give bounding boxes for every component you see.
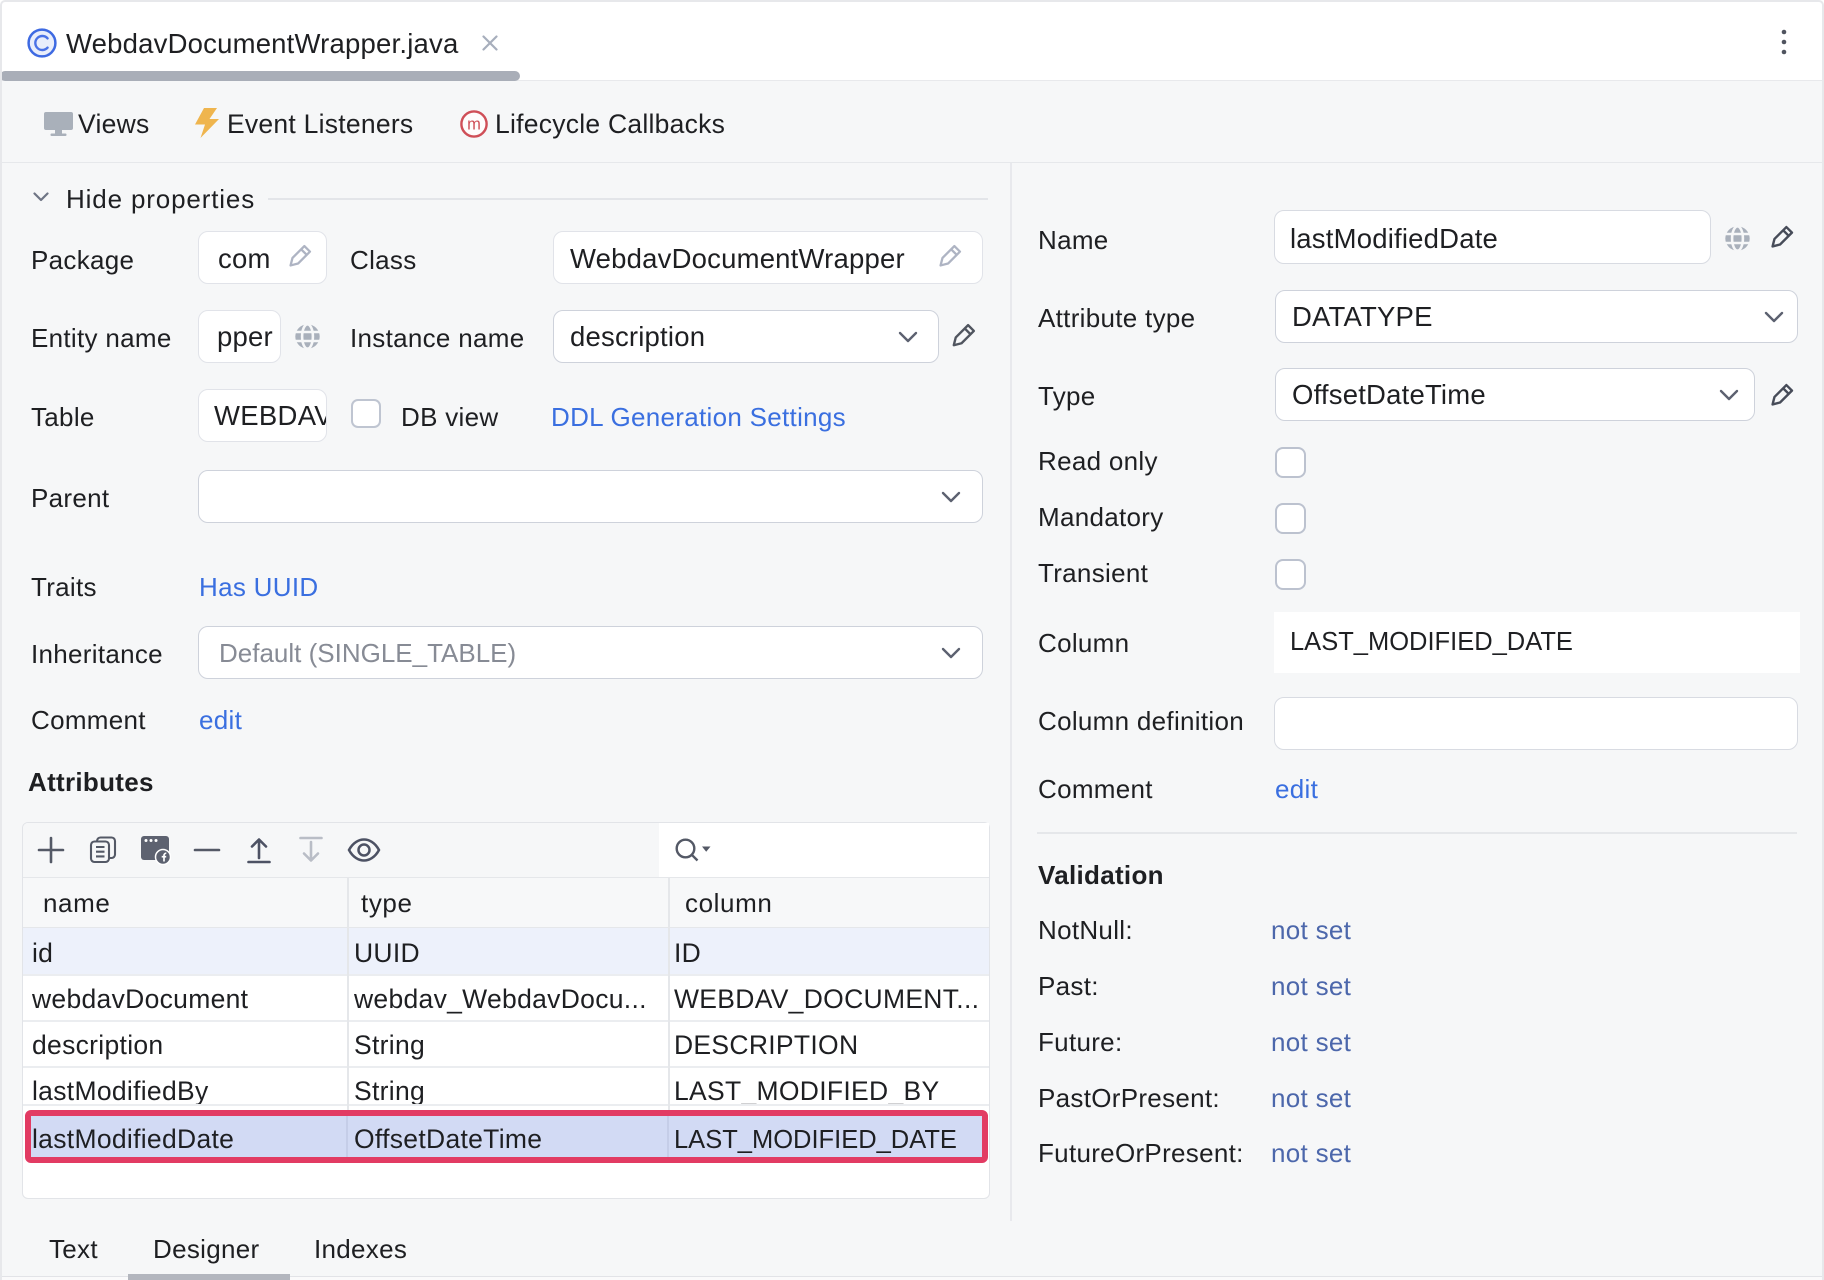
- svg-text:m: m: [467, 115, 481, 133]
